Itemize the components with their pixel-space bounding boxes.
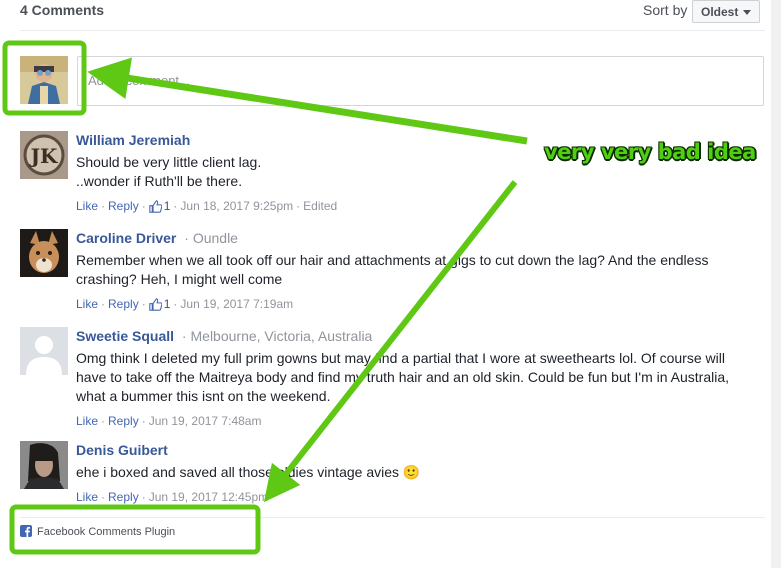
comment-actions: Like · Reply · 1 · Jun 18, 2017 9:25pm · Edited [76,199,338,213]
scrollbar[interactable] [771,0,781,568]
reply-link[interactable]: Reply [108,297,139,311]
comment-text: Remember when we all took off our hair a… [76,251,765,289]
avatar[interactable] [20,327,68,375]
avatar[interactable]: JK [20,131,68,179]
comment-line: Remember when we all took off our hair a… [76,252,709,268]
comment-line: have to take off the Maitreya body and f… [76,369,730,385]
comment-actions: Like · Reply · 1 · Jun 19, 2017 7:19am [76,297,294,311]
reply-link[interactable]: Reply [108,414,139,428]
plugin-label: Facebook Comments Plugin [37,526,176,538]
divider [20,517,765,518]
sort-dropdown[interactable]: Oldest [692,0,760,23]
like-count[interactable]: 1 [148,199,170,213]
comment-author[interactable]: Sweetie Squall [76,328,174,344]
reply-link[interactable]: Reply [108,199,139,213]
comment-timestamp[interactable]: Jun 19, 2017 7:48am [149,414,262,428]
comment-author[interactable]: Denis Guibert [76,442,168,458]
comment-line: what a bummer this isnt on the weekend. [76,388,331,404]
comment-timestamp[interactable]: Jun 19, 2017 12:45pm [149,490,268,504]
avatar[interactable] [20,229,68,277]
facebook-icon [20,525,32,537]
caret-down-icon [743,10,751,15]
like-link[interactable]: Like [76,199,98,213]
thumbs-up-icon [148,298,162,311]
comment-actions: Like · Reply · Jun 19, 2017 12:45pm [76,490,269,504]
sort-label: Sort by [643,2,688,18]
comment-count: 4 Comments [20,2,105,18]
like-link[interactable]: Like [76,414,98,428]
comment-line: ..wonder if Ruth'll be there. [76,173,243,189]
comment-location: Melbourne, Victoria, Australia [190,328,373,344]
comments-header: 4 Comments Sort by Oldest [0,0,781,30]
like-link[interactable]: Like [76,297,98,311]
comment-author[interactable]: William Jeremiah [76,132,190,148]
comment-line: crashing? Heh, I might well come [76,271,283,287]
comment-text: Omg think I deleted my full prim gowns b… [76,349,765,406]
reply-link[interactable]: Reply [108,490,139,504]
like-link[interactable]: Like [76,490,98,504]
annotation-label: very very bad idea [544,140,756,164]
thumbs-up-icon [148,200,162,213]
sort-value: Oldest [701,5,739,19]
comment-text: ehe i boxed and saved all those oldies v… [76,463,765,482]
comment-timestamp[interactable]: Jun 18, 2017 9:25pm [180,199,293,213]
avatar[interactable] [20,441,68,489]
comment-line: Omg think I deleted my full prim gowns b… [76,350,725,366]
comment-actions: Like · Reply · Jun 19, 2017 7:48am [76,414,262,428]
svg-text:JK: JK [29,144,58,168]
like-count[interactable]: 1 [148,297,170,311]
comment-author[interactable]: Caroline Driver [76,230,176,246]
add-comment-input[interactable]: Add a comment... [77,56,764,106]
composer-avatar [20,56,68,104]
edited-label[interactable]: Edited [303,199,337,213]
comment-timestamp[interactable]: Jun 19, 2017 7:19am [180,297,293,311]
comment-line: ehe i boxed and saved all those oldies v… [76,464,421,480]
facebook-comments-plugin-link[interactable]: Facebook Comments Plugin [20,525,175,541]
comment-location: Oundle [192,230,238,246]
divider [20,30,765,31]
